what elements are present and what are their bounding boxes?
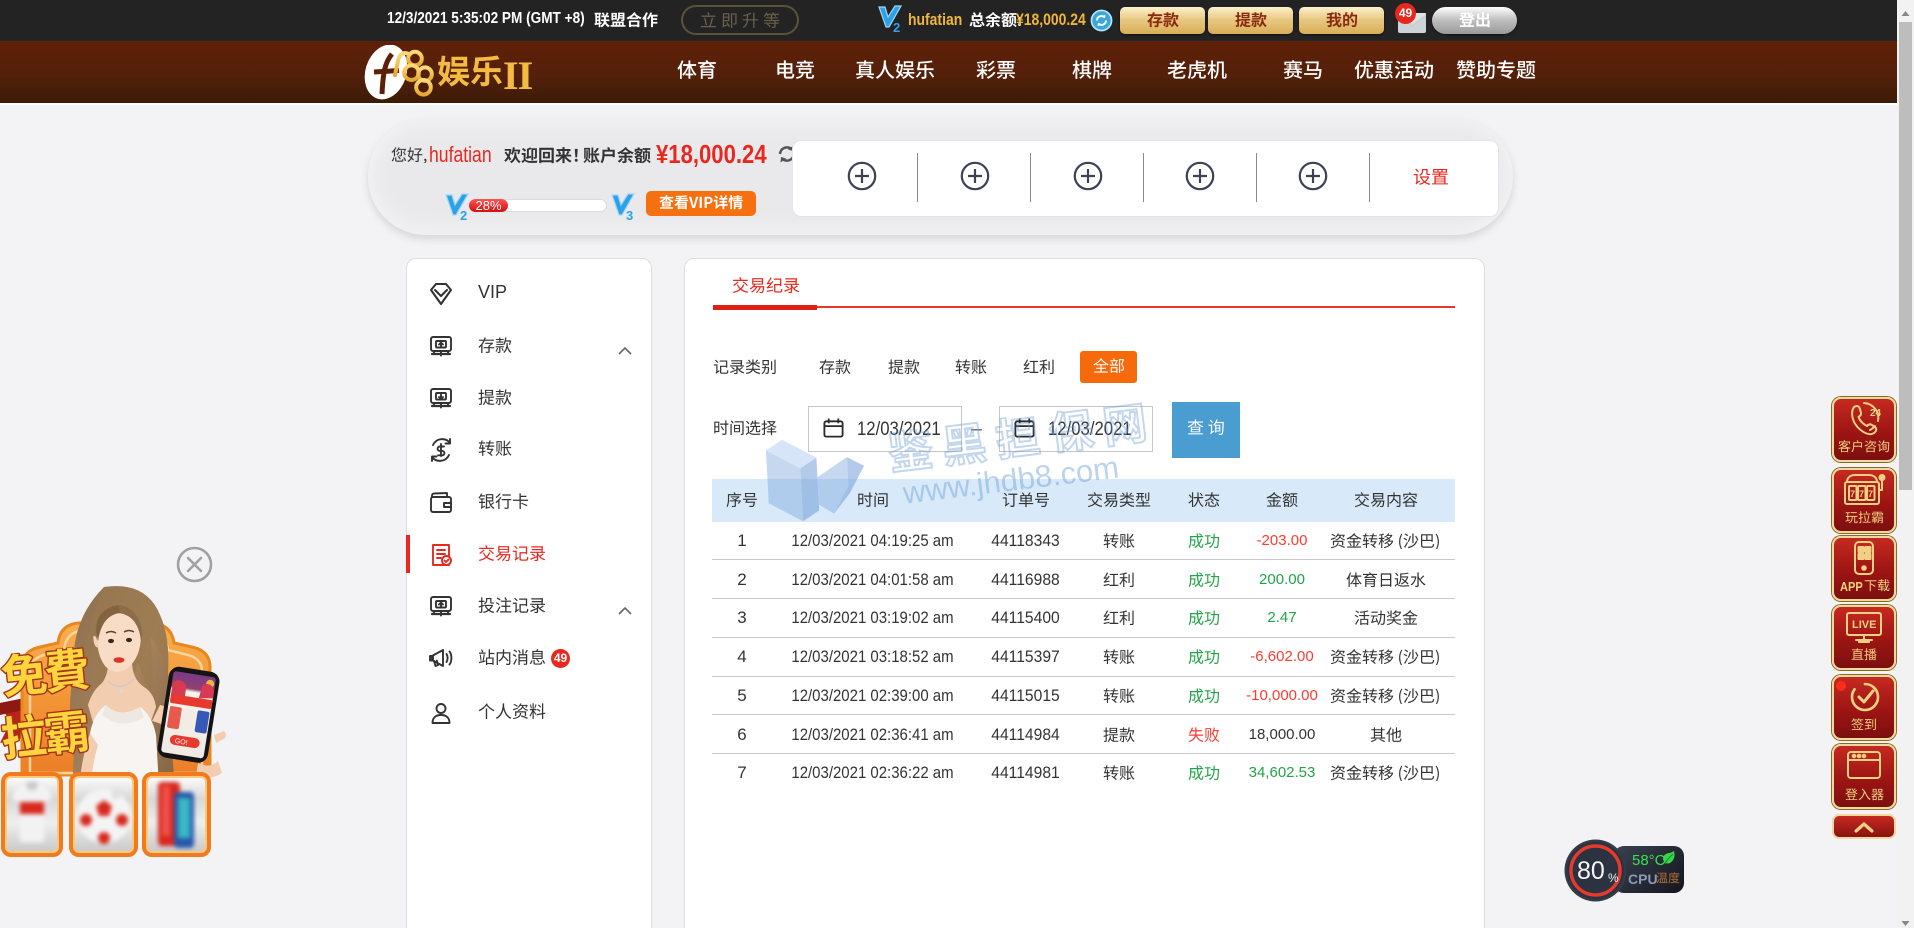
svg-text:3: 3 [626,208,633,223]
svg-text:2: 2 [460,208,467,223]
svg-text:24: 24 [1870,408,1882,419]
svg-text:7: 7 [1859,489,1864,499]
svg-text:LIVE: LIVE [1852,619,1876,631]
svg-text:7: 7 [1850,489,1855,499]
svg-text:2: 2 [893,20,900,35]
svg-text:%: % [1608,871,1619,885]
svg-text:7: 7 [1868,489,1873,499]
svg-text:80: 80 [1577,857,1605,885]
